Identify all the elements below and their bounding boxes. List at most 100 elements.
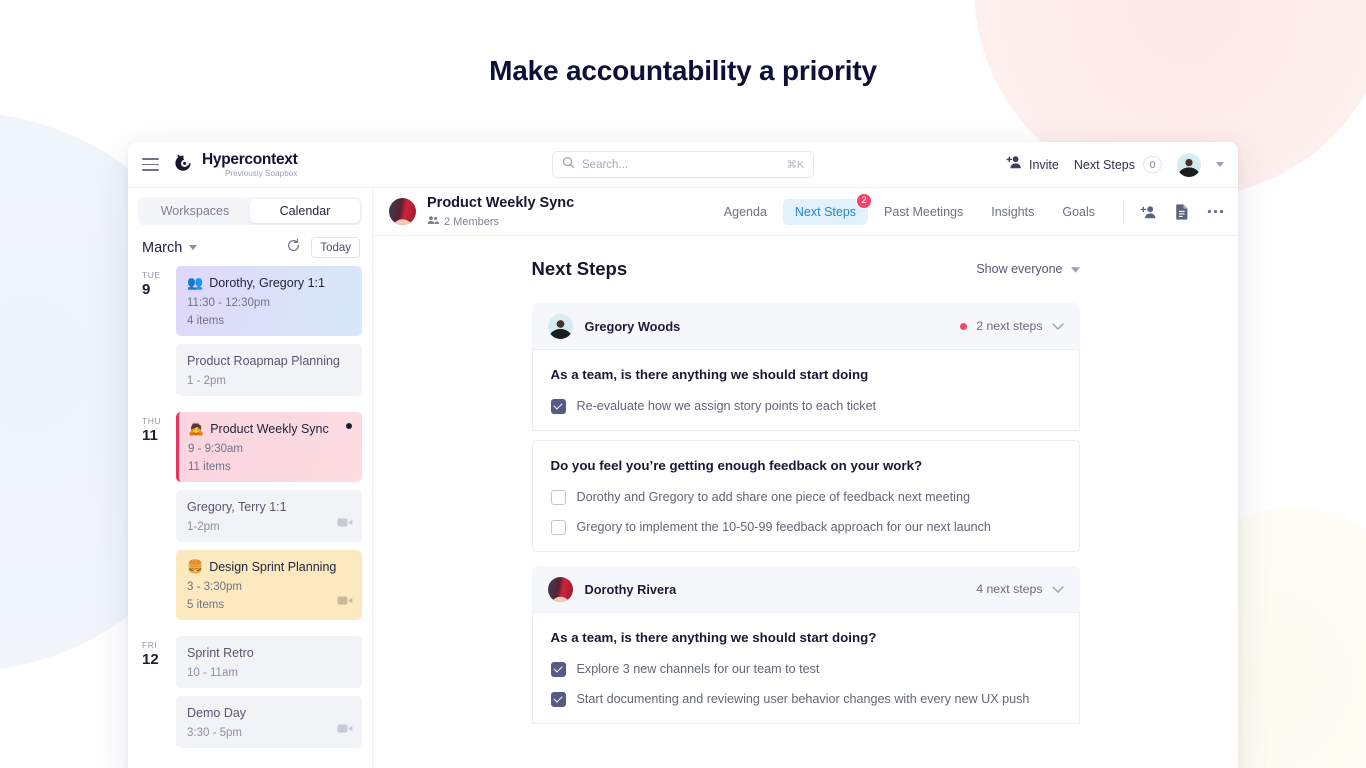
- sidebar: Workspaces Calendar March Today TUE 9 👥 …: [128, 188, 373, 768]
- event-emoji: 👥: [187, 275, 204, 290]
- question-card: As a team, is there anything we should s…: [531, 349, 1080, 431]
- step-text: Dorothy and Gregory to add share one pie…: [576, 490, 970, 504]
- video-camera-icon: [337, 515, 353, 533]
- app-logo[interactable]: Hypercontext Previously Soapbox: [173, 150, 298, 179]
- step-checkbox[interactable]: [550, 692, 566, 707]
- avatar: [547, 576, 573, 602]
- day-column: TUE 9: [142, 266, 176, 299]
- search-icon: [562, 156, 575, 174]
- chevron-down-icon[interactable]: [1216, 162, 1224, 167]
- divider: [1123, 200, 1124, 223]
- event-time: 11:30 - 12:30pm: [187, 297, 270, 309]
- person-next-steps-block: Gregory Woods 2 next steps As a team, is…: [531, 303, 1080, 552]
- calendar-event-selected[interactable]: 🙇 Product Weekly Sync 9 - 9:30am 11 item…: [176, 412, 362, 482]
- next-steps-content: Next Steps Show everyone Gregory Woods 2…: [373, 236, 1238, 768]
- step-checkbox[interactable]: [550, 662, 566, 677]
- next-steps-count-badge: 0: [1143, 156, 1162, 173]
- search-placeholder: Search...: [582, 158, 629, 171]
- calendar-day-group: TUE 9 👥 Dorothy, Gregory 1:1 11:30 - 12:…: [128, 266, 372, 404]
- add-person-icon: [1006, 155, 1022, 174]
- step-checkbox[interactable]: [550, 399, 566, 414]
- search-input[interactable]: Search... ⌘K: [552, 151, 814, 178]
- calendar-day-group: THU 11 🙇 Product Weekly Sync 9 - 9:30am: [128, 412, 372, 628]
- today-button[interactable]: Today: [311, 237, 360, 258]
- chevron-down-icon[interactable]: [189, 245, 198, 250]
- day-column: THU 11: [142, 412, 176, 445]
- next-step-row[interactable]: Gregory to implement the 10-50-99 feedba…: [550, 519, 1061, 535]
- person-name: Dorothy Rivera: [584, 581, 677, 597]
- event-item-count: 4 items: [187, 315, 225, 327]
- question-title: As a team, is there anything we should s…: [550, 367, 869, 382]
- tab-agenda[interactable]: Agenda: [712, 199, 779, 225]
- step-checkbox[interactable]: [550, 520, 566, 535]
- person-header[interactable]: Gregory Woods 2 next steps: [531, 303, 1080, 349]
- invite-label: Invite: [1028, 157, 1059, 172]
- refresh-icon[interactable]: [286, 238, 301, 258]
- calendar-event[interactable]: 👥 Dorothy, Gregory 1:1 11:30 - 12:30pm 4…: [176, 266, 362, 336]
- tab-next-steps[interactable]: Next Steps 2: [782, 192, 873, 225]
- more-horizontal-icon[interactable]: [1207, 209, 1224, 214]
- event-time: 1-2pm: [187, 521, 220, 533]
- add-person-icon[interactable]: [1140, 205, 1157, 219]
- day-number: 11: [142, 427, 158, 444]
- next-step-row[interactable]: Explore 3 new channels for our team to t…: [550, 661, 1061, 677]
- calendar-event-list[interactable]: TUE 9 👥 Dorothy, Gregory 1:1 11:30 - 12:…: [128, 266, 372, 768]
- tab-goals[interactable]: Goals: [1050, 199, 1107, 225]
- step-checkbox[interactable]: [550, 490, 566, 505]
- day-of-week: TUE: [142, 270, 161, 280]
- day-number: 9: [142, 281, 151, 298]
- calendar-event[interactable]: Sprint Retro 10 - 11am: [176, 636, 362, 688]
- event-title: Demo Day: [187, 706, 247, 720]
- calendar-day-group: FRI 12 Sprint Retro 10 - 11am Demo Day 3…: [128, 636, 372, 756]
- chevron-down-icon[interactable]: [1051, 317, 1064, 335]
- meeting-members-label: 2 Members: [444, 215, 500, 228]
- calendar-event[interactable]: Product Roapmap Planning 1 - 2pm: [176, 344, 362, 396]
- sidebar-item-workspaces[interactable]: Workspaces: [140, 199, 250, 223]
- sidebar-segmented-control: Workspaces Calendar: [138, 197, 362, 225]
- step-text: Start documenting and reviewing user beh…: [576, 692, 1030, 706]
- next-step-row[interactable]: Re-evaluate how we assign story points t…: [550, 398, 1061, 414]
- day-number: 12: [142, 651, 159, 668]
- tab-past-meetings[interactable]: Past Meetings: [872, 199, 975, 225]
- show-everyone-dropdown[interactable]: Show everyone: [976, 262, 1080, 276]
- calendar-event[interactable]: Gregory, Terry 1:1 1-2pm: [176, 490, 362, 542]
- event-title: Design Sprint Planning: [209, 560, 337, 574]
- question-title: Do you feel you’re getting enough feedba…: [550, 458, 923, 473]
- next-step-row[interactable]: Start documenting and reviewing user beh…: [550, 691, 1061, 707]
- chevron-down-icon[interactable]: [1051, 580, 1064, 598]
- document-icon[interactable]: [1175, 203, 1189, 220]
- avatar[interactable]: [1177, 152, 1201, 177]
- calendar-header: March Today: [128, 231, 372, 266]
- page-title: Make accountability a priority: [489, 55, 877, 86]
- sidebar-item-calendar[interactable]: Calendar: [250, 199, 360, 223]
- video-camera-icon: [337, 721, 353, 739]
- top-bar: Hypercontext Previously Soapbox Search..…: [128, 142, 1238, 188]
- event-time: 9 - 9:30am: [188, 443, 243, 455]
- tab-next-steps-label: Next Steps: [794, 204, 857, 219]
- unread-dot-icon: [346, 423, 352, 429]
- next-steps-top-label: Next Steps: [1073, 157, 1135, 172]
- event-time: 3:30 - 5pm: [187, 727, 242, 739]
- question-card: Do you feel you’re getting enough feedba…: [531, 440, 1080, 552]
- question-card: As a team, is there anything we should s…: [531, 612, 1080, 724]
- calendar-event[interactable]: 🍔 Design Sprint Planning 3 - 3:30pm 5 it…: [176, 550, 362, 620]
- next-steps-top-button[interactable]: Next Steps 0: [1074, 156, 1162, 173]
- question-title: As a team, is there anything we should s…: [550, 630, 877, 645]
- search-shortcut: ⌘K: [786, 158, 804, 171]
- step-text: Gregory to implement the 10-50-99 feedba…: [576, 520, 991, 534]
- calendar-event[interactable]: Demo Day 3:30 - 5pm: [176, 696, 362, 748]
- person-header[interactable]: Dorothy Rivera 4 next steps: [531, 566, 1080, 612]
- step-text: Re-evaluate how we assign story points t…: [576, 399, 877, 413]
- tab-insights[interactable]: Insights: [979, 199, 1046, 225]
- hamburger-icon[interactable]: [142, 158, 159, 171]
- meeting-tabs: Agenda Next Steps 2 Past Meetings Insigh…: [712, 192, 1224, 225]
- event-title: Dorothy, Gregory 1:1: [209, 276, 325, 290]
- day-column: FRI 12: [142, 636, 176, 669]
- next-step-row[interactable]: Dorothy and Gregory to add share one pie…: [550, 489, 1061, 505]
- invite-button[interactable]: Invite: [1006, 155, 1059, 174]
- logo-name: Hypercontext: [202, 150, 298, 168]
- main-panel: Product Weekly Sync 2 Members Agenda Nex…: [373, 188, 1238, 768]
- status-dot-icon: [960, 322, 968, 330]
- video-camera-icon: [337, 593, 353, 611]
- event-title: Product Weekly Sync: [210, 422, 329, 436]
